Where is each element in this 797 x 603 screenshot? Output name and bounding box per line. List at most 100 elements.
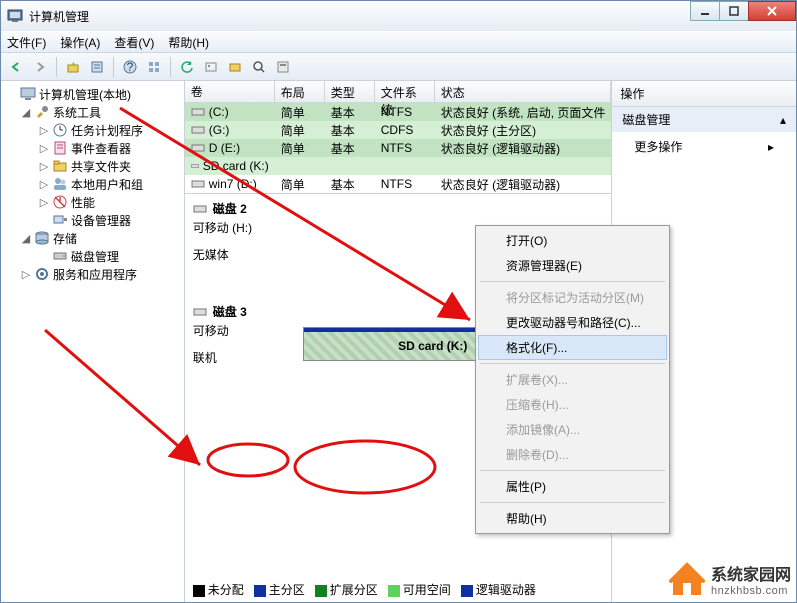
watermark-name: 系统家园网 [711,561,791,585]
ctx-help[interactable]: 帮助(H) [478,506,667,531]
clock-icon [52,122,68,138]
ctx-prop[interactable]: 属性(P) [478,474,667,499]
ctx-explorer[interactable]: 资源管理器(E) [478,253,667,278]
table-row[interactable]: (G:)简单基本CDFS状态良好 (主分区) [185,121,612,139]
ctx-markactive: 将分区标记为活动分区(M) [478,285,667,310]
tree-systools-label: 系统工具 [53,104,101,121]
help-button[interactable]: ? [119,56,141,78]
ctx-delete: 删除卷(D)... [478,442,667,467]
tree-users-label: 本地用户和组 [71,176,143,193]
menu-view[interactable]: 查看(V) [114,34,154,51]
disk-3-title: 磁盘 3 [213,303,247,320]
ctx-format[interactable]: 格式化(F)... [478,335,667,360]
table-row[interactable]: SD card (K:) [185,157,612,175]
watermark: 系统家园网 hnzkhbsb.com [669,561,791,597]
actions-diskmgmt[interactable]: 磁盘管理▴ [612,107,796,132]
event-icon [52,140,68,156]
disk-3-removable: 可移动 [193,322,283,339]
refresh-button[interactable] [176,56,198,78]
col-type[interactable]: 类型 [325,81,375,102]
drive-icon [193,203,207,215]
tree-systools[interactable]: ◢系统工具 [3,103,182,121]
tools-icon [34,104,50,120]
app-icon [7,8,23,24]
tool-btn-4[interactable] [272,56,294,78]
ctx-shrink: 压缩卷(H)... [478,392,667,417]
perf-icon [52,194,68,210]
menu-file[interactable]: 文件(F) [7,34,46,51]
tree-storage-label: 存储 [53,230,77,247]
legend: 未分配 主分区 扩展分区 可用空间 逻辑驱动器 [193,581,536,598]
actions-more-label: 更多操作 [634,138,682,155]
window-root: 计算机管理 文件(F) 操作(A) 查看(V) 帮助(H) ? 计算机管理(本地… [0,0,797,603]
close-button[interactable] [748,1,796,21]
actions-more[interactable]: 更多操作 ▸ [612,132,796,161]
folder-icon [52,158,68,174]
table-row[interactable]: D (E:)简单基本NTFS状态良好 (逻辑驱动器) [185,139,612,157]
tree-sched-label: 任务计划程序 [71,122,143,139]
minimize-button[interactable] [690,1,720,21]
ctx-extend: 扩展卷(X)... [478,367,667,392]
legend-ext: 扩展分区 [330,583,378,597]
views-button[interactable] [143,56,165,78]
properties-button[interactable] [86,56,108,78]
partition-sdcard-label: SD card (K:) [398,339,467,353]
tree-shared[interactable]: ▷共享文件夹 [3,157,182,175]
disk-2-title: 磁盘 2 [213,200,247,217]
storage-icon [34,230,50,246]
tool-btn-3[interactable] [248,56,270,78]
tree-diskmgmt[interactable]: 磁盘管理 [3,247,182,265]
col-layout[interactable]: 布局 [275,81,325,102]
watermark-url: hnzkhbsb.com [711,585,791,597]
tool-btn-1[interactable] [200,56,222,78]
col-status[interactable]: 状态 [435,81,612,102]
legend-unalloc: 未分配 [208,583,244,597]
grid-header: 卷 布局 类型 文件系统 状态 [185,81,612,103]
context-menu: 打开(O) 资源管理器(E) 将分区标记为活动分区(M) 更改驱动器号和路径(C… [475,225,670,534]
device-icon [52,212,68,228]
nav-tree: 计算机管理(本地) ◢系统工具 ▷任务计划程序 ▷事件查看器 ▷共享文件夹 ▷本… [1,81,185,602]
up-button[interactable] [62,56,84,78]
menu-help[interactable]: 帮助(H) [168,34,209,51]
window-buttons [691,1,796,31]
services-icon [34,266,50,282]
tool-btn-2[interactable] [224,56,246,78]
forward-button[interactable] [29,56,51,78]
tree-event[interactable]: ▷事件查看器 [3,139,182,157]
tree-storage[interactable]: ◢存储 [3,229,182,247]
ctx-mirror: 添加镜像(A)... [478,417,667,442]
ctx-open[interactable]: 打开(O) [478,228,667,253]
ctx-chgletter[interactable]: 更改驱动器号和路径(C)... [478,310,667,335]
toolbar: ? [1,53,796,81]
tree-root-label: 计算机管理(本地) [39,86,131,103]
chevron-right-icon: ▸ [768,140,774,154]
volume-grid: 卷 布局 类型 文件系统 状态 (C:)简单基本NTFS状态良好 (系统, 启动… [185,81,612,194]
svg-text:?: ? [127,60,134,74]
legend-logical: 逻辑驱动器 [476,583,536,597]
tree-services-label: 服务和应用程序 [53,266,137,283]
table-row[interactable]: (C:)简单基本NTFS状态良好 (系统, 启动, 页面文件 [185,103,612,121]
actions-title: 操作 [612,81,796,107]
back-button[interactable] [5,56,27,78]
tree-shared-label: 共享文件夹 [71,158,131,175]
tree-services[interactable]: ▷服务和应用程序 [3,265,182,283]
disk-2-nomedia: 无媒体 [193,246,283,263]
col-fs[interactable]: 文件系统 [375,81,435,102]
maximize-button[interactable] [719,1,749,21]
disk-icon [52,248,68,264]
tree-perf[interactable]: ▷性能 [3,193,182,211]
collapse-icon: ▴ [780,113,786,127]
legend-free: 可用空间 [403,583,451,597]
tree-devmgr[interactable]: 设备管理器 [3,211,182,229]
table-row[interactable]: win7 (D:)简单基本NTFS状态良好 (逻辑驱动器) [185,175,612,193]
tree-sched[interactable]: ▷任务计划程序 [3,121,182,139]
tree-users[interactable]: ▷本地用户和组 [3,175,182,193]
tree-event-label: 事件查看器 [71,140,131,157]
titlebar: 计算机管理 [1,1,796,31]
tree-devmgr-label: 设备管理器 [71,212,131,229]
col-vol[interactable]: 卷 [185,81,275,102]
tree-perf-label: 性能 [71,194,95,211]
tree-root[interactable]: 计算机管理(本地) [3,85,182,103]
window-title: 计算机管理 [29,8,691,25]
menu-action[interactable]: 操作(A) [60,34,100,51]
